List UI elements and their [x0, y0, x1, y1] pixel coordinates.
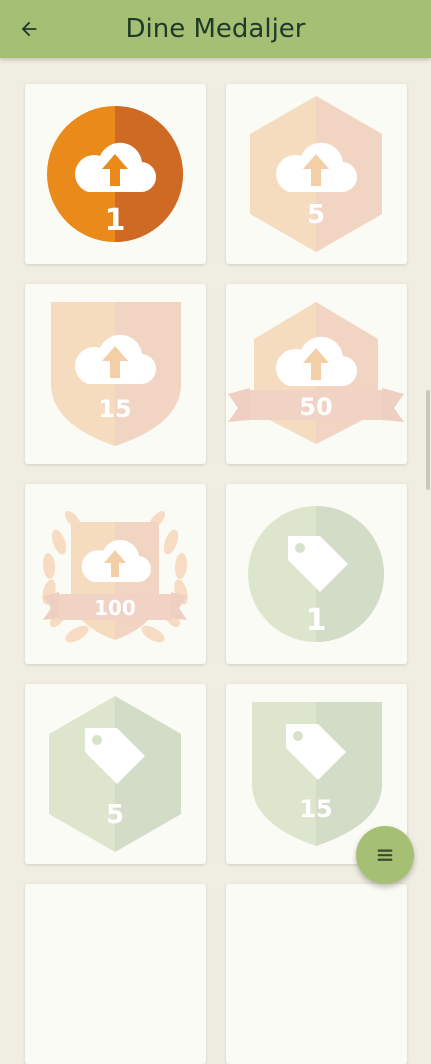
- medal-card[interactable]: 100: [25, 484, 206, 664]
- medal-badge: 5: [49, 696, 181, 852]
- medal-card[interactable]: [226, 884, 407, 1064]
- page-title: Dine Medaljer: [125, 14, 306, 44]
- medal-card[interactable]: 5: [226, 84, 407, 264]
- medal-badge: 5: [250, 96, 382, 252]
- scrollbar[interactable]: [426, 390, 430, 490]
- menu-button[interactable]: [356, 826, 414, 884]
- medal-label: 5: [106, 800, 124, 830]
- medal-label: 15: [98, 395, 131, 423]
- medal-label: 1: [306, 603, 327, 638]
- menu-icon: [377, 849, 393, 861]
- medal-badge: 50: [228, 302, 404, 444]
- medal-badge: 15: [51, 302, 181, 446]
- medal-card[interactable]: [25, 884, 206, 1064]
- medal-badge: 1: [248, 506, 384, 642]
- app-bar: Dine Medaljer: [0, 0, 431, 58]
- medal-badge: 100: [42, 510, 188, 643]
- medal-card[interactable]: 1: [25, 84, 206, 264]
- medal-label: 50: [299, 393, 332, 421]
- medal-card[interactable]: 1: [226, 484, 407, 664]
- medal-badge: 1: [47, 106, 183, 242]
- medal-label: 5: [307, 200, 325, 230]
- medal-label: 100: [94, 596, 136, 620]
- medal-label: 15: [299, 795, 332, 823]
- medal-card[interactable]: 15: [25, 284, 206, 464]
- medal-label: 1: [105, 203, 126, 238]
- medal-card[interactable]: 5: [25, 684, 206, 864]
- medal-grid: 1 5 15 50 100 1 5 15: [0, 58, 431, 1064]
- medal-card[interactable]: 50: [226, 284, 407, 464]
